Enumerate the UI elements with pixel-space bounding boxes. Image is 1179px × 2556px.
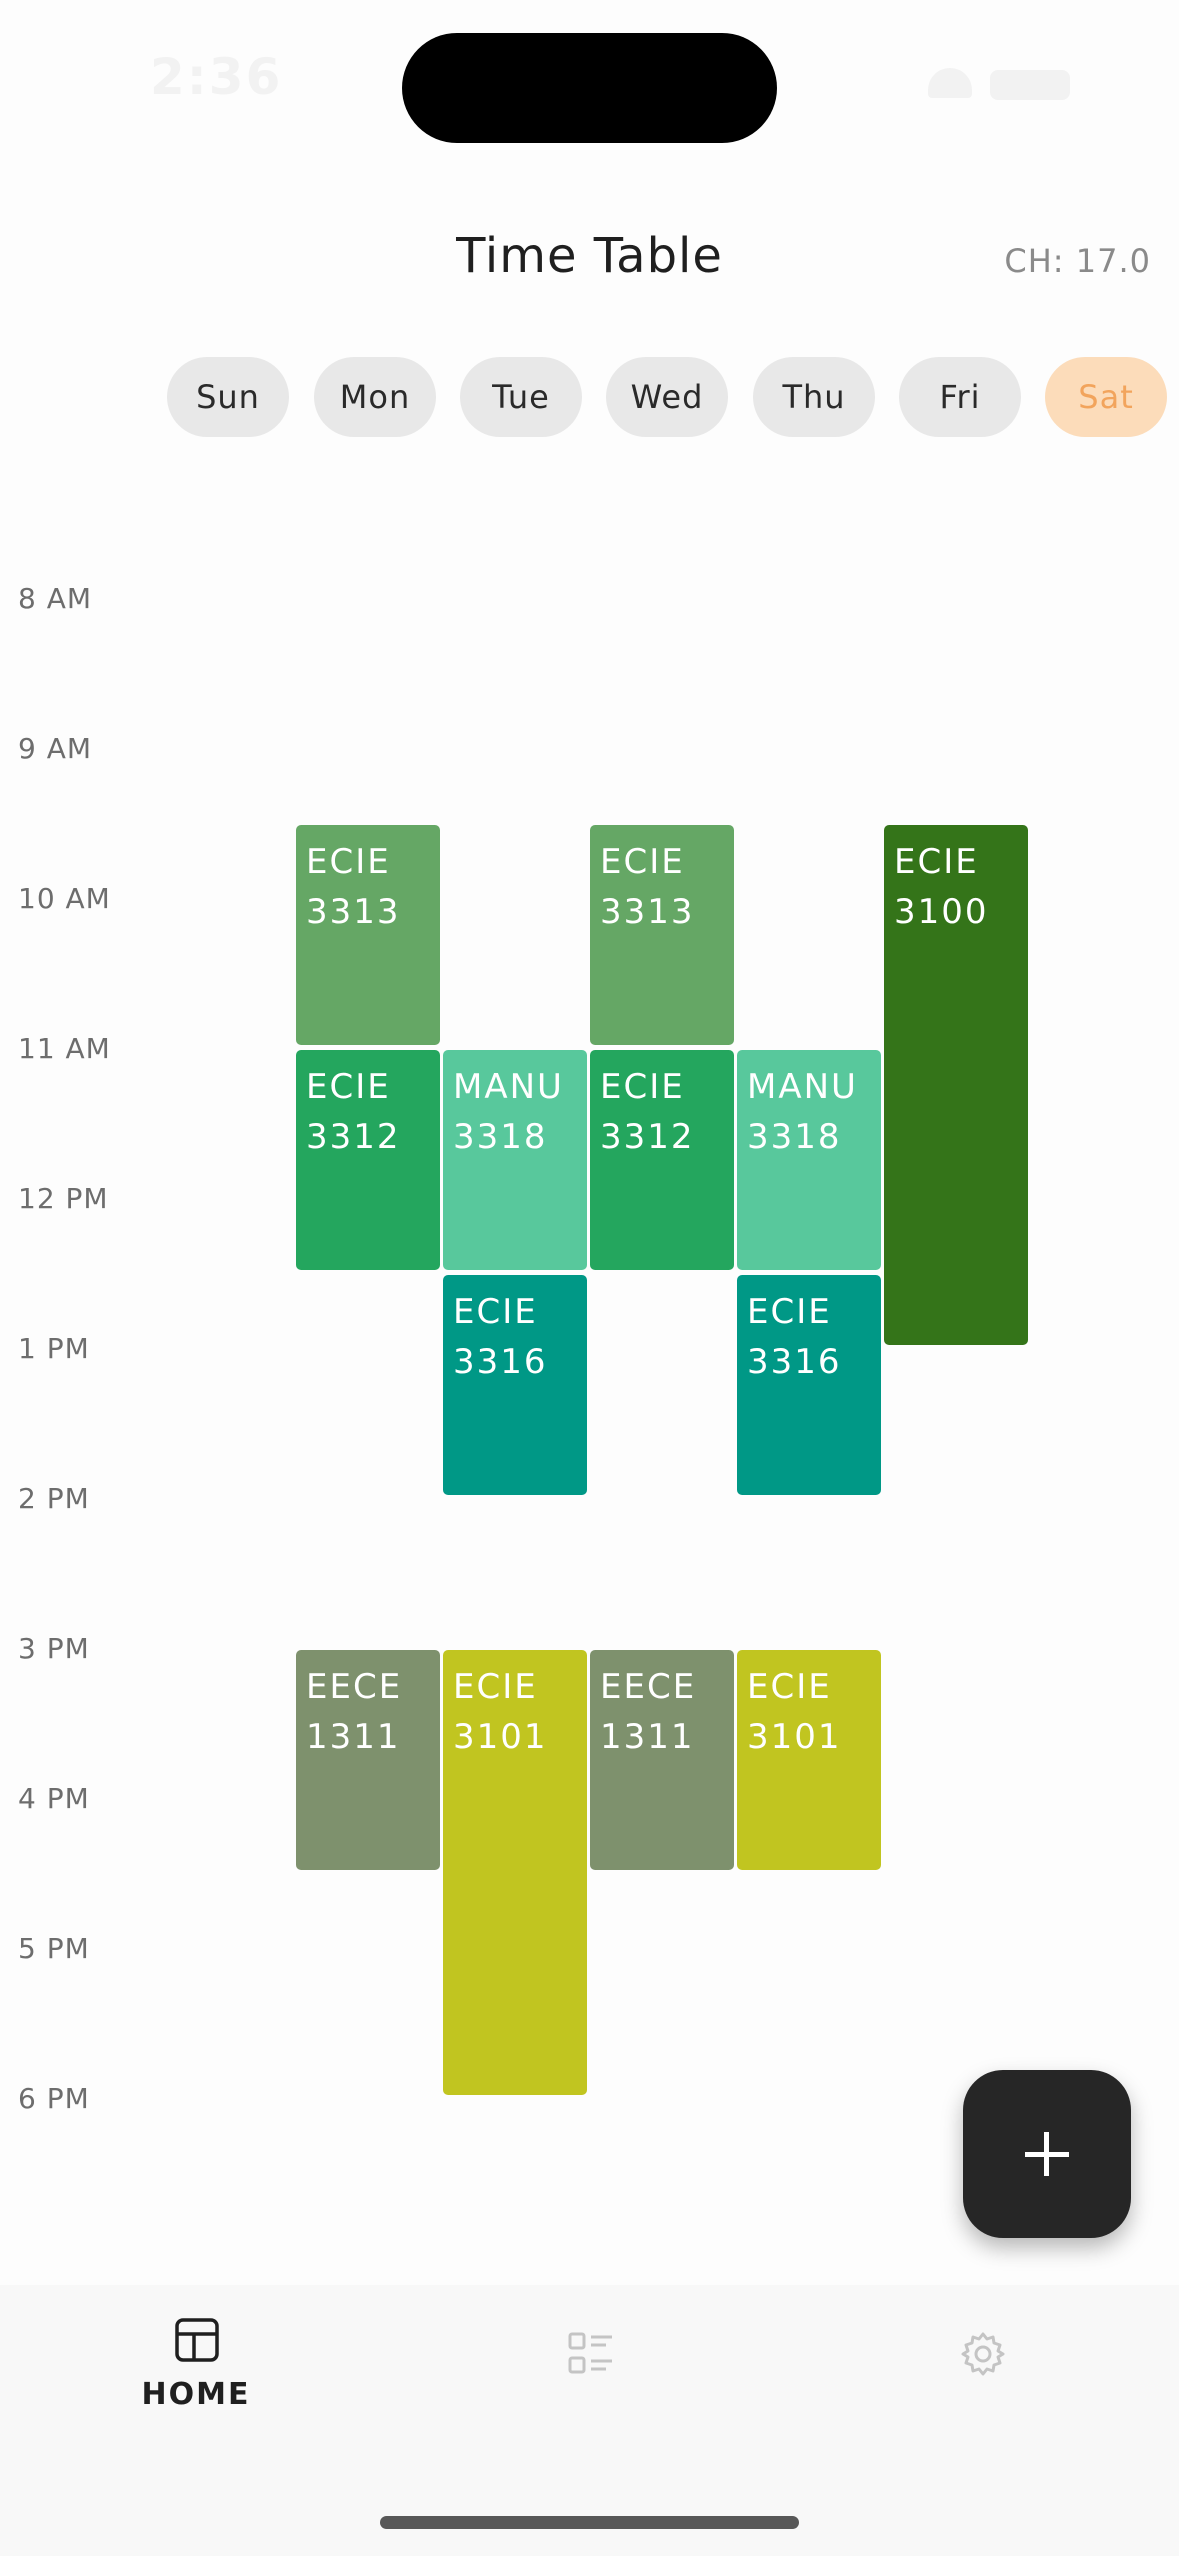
course-code: ECIE: [747, 1667, 832, 1707]
day-tab-wed[interactable]: Wed: [606, 357, 728, 437]
page-title: Time Table: [456, 228, 723, 284]
course-code: MANU: [453, 1067, 564, 1107]
hour-label: 12 PM: [18, 1182, 109, 1215]
course-number: 3312: [306, 1117, 401, 1157]
battery-icon: [990, 70, 1070, 100]
course-number: 3316: [453, 1342, 548, 1382]
course-code: ECIE: [306, 1067, 391, 1107]
course-block[interactable]: ECIE 3312: [296, 1050, 440, 1270]
gear-icon: [961, 2332, 1005, 2376]
course-code: ECIE: [894, 842, 979, 882]
hour-label: 4 PM: [18, 1782, 90, 1815]
day-tab-mon[interactable]: Mon: [314, 357, 436, 437]
course-block[interactable]: ECIE 3313: [590, 825, 734, 1045]
course-block[interactable]: EECE 1311: [590, 1650, 734, 1870]
dynamic-island: [402, 33, 777, 143]
course-code: ECIE: [747, 1292, 832, 1332]
status-bar: 2:36: [0, 0, 1179, 150]
course-block[interactable]: ECIE 3101: [443, 1650, 587, 2095]
course-block[interactable]: ECIE 3313: [296, 825, 440, 1045]
course-block[interactable]: ECIE 3101: [737, 1650, 881, 1870]
home-indicator: [380, 2516, 799, 2529]
course-code: ECIE: [453, 1667, 538, 1707]
course-code: MANU: [747, 1067, 858, 1107]
course-number: 3101: [747, 1717, 842, 1757]
nav-item-list[interactable]: [490, 2315, 690, 2425]
add-course-button[interactable]: [963, 2070, 1131, 2238]
nav-item-settings[interactable]: [882, 2315, 1082, 2425]
hour-label: 8 AM: [18, 582, 93, 615]
nav-label-home: HOME: [141, 2377, 251, 2412]
course-number: 3318: [453, 1117, 548, 1157]
course-number: 3318: [747, 1117, 842, 1157]
credit-hours: CH: 17.0: [1004, 242, 1151, 280]
course-number: 3101: [453, 1717, 548, 1757]
day-tab-sat[interactable]: Sat: [1045, 357, 1167, 437]
course-block[interactable]: EECE 1311: [296, 1650, 440, 1870]
course-code: EECE: [306, 1667, 403, 1707]
hour-label: 6 PM: [18, 2082, 90, 2115]
course-code: ECIE: [600, 1067, 685, 1107]
day-tab-tue[interactable]: Tue: [460, 357, 582, 437]
list-icon: [568, 2332, 612, 2374]
hour-label: 11 AM: [18, 1032, 111, 1065]
day-tab-sun[interactable]: Sun: [167, 357, 289, 437]
course-number: 1311: [600, 1717, 695, 1757]
nav-item-home[interactable]: HOME: [96, 2315, 296, 2425]
hour-label: 1 PM: [18, 1332, 90, 1365]
day-tab-fri[interactable]: Fri: [899, 357, 1021, 437]
course-number: 3100: [894, 892, 989, 932]
course-number: 3313: [306, 892, 401, 932]
hour-label: 3 PM: [18, 1632, 90, 1665]
hour-label: 2 PM: [18, 1482, 90, 1515]
day-tab-thu[interactable]: Thu: [753, 357, 875, 437]
wifi-icon: [928, 68, 972, 98]
course-block[interactable]: ECIE 3100: [884, 825, 1028, 1345]
status-time: 2:36: [150, 48, 283, 106]
course-number: 3313: [600, 892, 695, 932]
course-number: 3316: [747, 1342, 842, 1382]
course-code: ECIE: [306, 842, 391, 882]
course-block[interactable]: ECIE 3316: [443, 1275, 587, 1495]
course-block[interactable]: ECIE 3312: [590, 1050, 734, 1270]
hour-label: 10 AM: [18, 882, 111, 915]
course-code: EECE: [600, 1667, 697, 1707]
course-block[interactable]: ECIE 3316: [737, 1275, 881, 1495]
course-number: 1311: [306, 1717, 401, 1757]
course-code: ECIE: [453, 1292, 538, 1332]
hour-label: 5 PM: [18, 1932, 90, 1965]
hour-label: 9 AM: [18, 732, 93, 765]
course-code: ECIE: [600, 842, 685, 882]
course-number: 3312: [600, 1117, 695, 1157]
grid-icon: [175, 2318, 219, 2362]
course-block[interactable]: MANU 3318: [443, 1050, 587, 1270]
course-block[interactable]: MANU 3318: [737, 1050, 881, 1270]
